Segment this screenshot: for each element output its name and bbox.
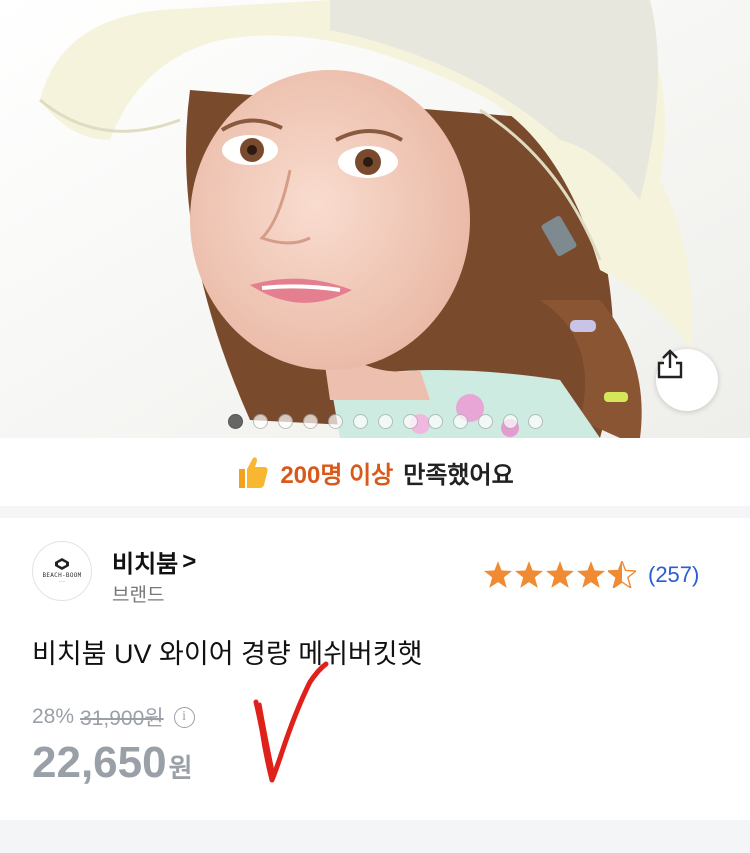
sale-price-amount: 22,650	[32, 738, 167, 787]
product-photo	[0, 0, 750, 438]
brand-logo-text: BEACH-BOOM	[42, 572, 82, 579]
original-price-row: 28% 31,900원 i	[32, 702, 195, 732]
brand-logo[interactable]: BEACH-BOOM ·····	[32, 541, 92, 601]
carousel-indicator	[228, 414, 543, 429]
chevron-right-icon: >	[182, 547, 197, 575]
carousel-dot[interactable]	[528, 414, 543, 429]
satisfaction-banner: 200명 이상 만족했어요	[0, 438, 750, 506]
share-icon	[657, 349, 683, 379]
share-button[interactable]	[656, 349, 718, 411]
brand-logo-tagline: ·····	[58, 579, 66, 584]
satisfaction-text: 만족했어요	[403, 461, 514, 489]
carousel-dot[interactable]	[478, 414, 493, 429]
carousel-dot[interactable]	[253, 414, 268, 429]
original-price: 31,900원	[80, 707, 164, 730]
brand-link[interactable]: 비치붐 >	[112, 544, 196, 579]
carousel-dot[interactable]	[353, 414, 368, 429]
carousel-dot[interactable]	[453, 414, 468, 429]
carousel-dot[interactable]	[328, 414, 343, 429]
star-icon	[546, 561, 574, 588]
sale-price: 22,650 원	[32, 738, 193, 788]
carousel-dot[interactable]	[303, 414, 318, 429]
carousel-dot[interactable]	[378, 414, 393, 429]
discount-rate: 28%	[32, 705, 75, 728]
carousel-dot[interactable]	[278, 414, 293, 429]
product-image-carousel[interactable]	[0, 0, 750, 438]
thumbs-up-icon	[239, 457, 268, 488]
rating-summary[interactable]: (257)	[484, 561, 699, 588]
brand-emblem-icon	[55, 558, 69, 570]
star-icon	[515, 561, 543, 588]
star-rating	[484, 561, 636, 588]
carousel-dot[interactable]	[503, 414, 518, 429]
sale-price-unit: 원	[168, 753, 193, 783]
star-icon	[484, 561, 512, 588]
product-title: 비치붐 UV 와이어 경량 메쉬버킷햇	[32, 639, 423, 669]
brand-label: 브랜드	[112, 585, 165, 606]
half-star-icon	[608, 561, 636, 588]
section-divider	[0, 506, 750, 518]
info-icon[interactable]: i	[173, 706, 195, 728]
carousel-dot[interactable]	[428, 414, 443, 429]
handwritten-checkmark-annotation	[253, 661, 329, 783]
satisfaction-count: 200명 이상	[280, 461, 394, 489]
review-count[interactable]: (257)	[648, 562, 699, 588]
carousel-dot[interactable]	[403, 414, 418, 429]
star-icon	[577, 561, 605, 588]
bottom-section-divider	[0, 820, 750, 853]
brand-name: 비치붐	[112, 551, 179, 578]
carousel-dot[interactable]	[228, 414, 243, 429]
